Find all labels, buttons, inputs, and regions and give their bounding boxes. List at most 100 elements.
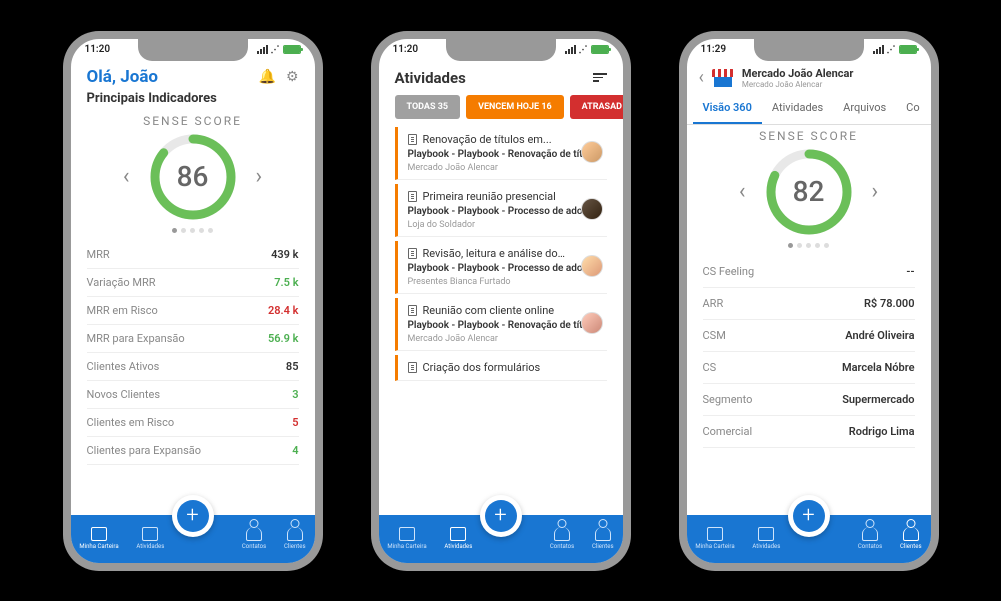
nav-label: Clientes — [284, 543, 306, 550]
avatar — [581, 141, 603, 163]
field-value: André Oliveira — [845, 329, 914, 342]
metric-label: MRR para Expansão — [87, 332, 185, 345]
bottom-nav: Minha Carteira Atividades Contatos Clientes… — [687, 515, 931, 563]
nav-icon — [287, 527, 303, 541]
fab-button[interactable]: + — [788, 495, 830, 537]
score-ring: 86 — [148, 132, 238, 222]
wifi-icon: ⋰ — [271, 45, 280, 55]
nav-item[interactable]: Contatos — [242, 527, 266, 550]
metric-row[interactable]: Clientes Ativos85 — [87, 353, 299, 381]
filter-chip[interactable]: TODAS 35 — [395, 95, 461, 119]
metric-label: Clientes em Risco — [87, 416, 175, 429]
chevron-left-icon[interactable]: ‹ — [115, 156, 138, 197]
metric-row[interactable]: MRR para Expansão 56.9 k — [87, 325, 299, 353]
avatar — [581, 255, 603, 277]
metric-value: 3 — [292, 388, 298, 401]
metric-label: MRR em Risco — [87, 304, 158, 317]
field-row: ComercialRodrigo Lima — [703, 416, 915, 448]
field-label: ARR — [703, 297, 724, 310]
metric-row[interactable]: MRR439 k — [87, 241, 299, 269]
battery-icon — [591, 45, 609, 54]
metric-row[interactable]: Variação MRR7.5 k — [87, 269, 299, 297]
nav-item[interactable]: Atividades — [444, 527, 472, 550]
nav-item[interactable]: Clientes — [592, 527, 614, 550]
nav-item[interactable]: Minha Carteira — [695, 527, 734, 550]
nav-label: Contatos — [858, 543, 882, 550]
nav-item[interactable]: Minha Carteira — [387, 527, 426, 550]
activity-item[interactable]: Criação dos formulários — [395, 355, 607, 381]
document-icon — [408, 134, 417, 145]
tab[interactable]: Atividades — [762, 93, 833, 124]
back-chevron-icon[interactable]: ‹ — [699, 67, 704, 88]
metrics-list: MRR439 kVariação MRR7.5 kMRR em Risco28.… — [71, 241, 315, 515]
nav-icon — [91, 527, 107, 541]
nav-label: Contatos — [242, 543, 266, 550]
metric-row[interactable]: MRR em Risco28.4 k — [87, 297, 299, 325]
bell-icon[interactable]: 🔔 — [259, 69, 276, 85]
activity-item[interactable]: Primeira reunião presencialPlaybook - Pl… — [395, 184, 607, 237]
nav-icon — [758, 527, 774, 541]
activity-subtitle: Playbook - Playbook - Processo de adoção — [408, 262, 607, 275]
score-ring: 82 — [764, 147, 854, 237]
score-block: SENSE SCORE ‹ 82 › — [687, 125, 931, 250]
nav-item[interactable]: Atividades — [752, 527, 780, 550]
chevron-right-icon[interactable]: › — [248, 156, 271, 197]
tab[interactable]: Arquivos — [833, 93, 896, 124]
field-row: CS Feeling-- — [703, 256, 915, 288]
filter-icon[interactable] — [593, 73, 607, 82]
nav-item[interactable]: Atividades — [136, 527, 164, 550]
filter-chip[interactable]: ATRASAD — [570, 95, 623, 119]
screen1-content: Olá, João 🔔 ⚙ Principais Indicadores SEN… — [71, 61, 315, 515]
nav-icon — [903, 527, 919, 541]
metric-row[interactable]: Novos Clientes 3 — [87, 381, 299, 409]
field-row: ARR R$ 78.000 — [703, 288, 915, 320]
metric-row[interactable]: Clientes para Expansão4 — [87, 437, 299, 465]
activity-item[interactable]: Reunião com cliente onlinePlaybook - Pla… — [395, 298, 607, 351]
activity-client: Loja do Soldador — [408, 220, 607, 230]
phone-screen-3: 11:29 ⋰ ‹ Mercado João Alencar Mercado J… — [687, 39, 931, 563]
activity-client: Mercado João Alencar — [408, 334, 607, 344]
tab[interactable]: Visão 360 — [693, 93, 762, 124]
activity-list[interactable]: Renovação de títulos em...Playbook - Pla… — [379, 127, 623, 515]
document-icon — [408, 248, 417, 259]
nav-item[interactable]: Clientes — [284, 527, 306, 550]
status-time: 11:20 — [85, 44, 111, 55]
bottom-nav: Minha Carteira Atividades Contatos Clientes… — [71, 515, 315, 563]
score-value: 86 — [148, 132, 238, 222]
pager-dots[interactable] — [687, 243, 931, 248]
chevron-right-icon[interactable]: › — [864, 171, 887, 212]
activity-title: Reunião com cliente online — [423, 304, 555, 317]
metric-label: Novos Clientes — [87, 388, 161, 401]
activity-item[interactable]: Revisão, leitura e análise do…Playbook -… — [395, 241, 607, 294]
metric-row[interactable]: Clientes em Risco5 — [87, 409, 299, 437]
field-row: CSMAndré Oliveira — [703, 320, 915, 352]
nav-item[interactable]: Contatos — [858, 527, 882, 550]
activity-client: Presentes Bianca Furtado — [408, 277, 607, 287]
notch — [754, 39, 864, 61]
nav-label: Minha Carteira — [79, 543, 118, 550]
plus-icon: + — [793, 500, 825, 532]
metric-value: 7.5 k — [274, 276, 298, 289]
filter-chip[interactable]: VENCEM HOJE 16 — [466, 95, 564, 119]
score-block: SENSE SCORE ‹ 86 › — [71, 110, 315, 235]
fab-button[interactable]: + — [480, 495, 522, 537]
fab-button[interactable]: + — [172, 495, 214, 537]
activity-item[interactable]: Renovação de títulos em...Playbook - Pla… — [395, 127, 607, 180]
nav-label: Clientes — [900, 543, 922, 550]
metric-value: 56.9 k — [268, 332, 299, 345]
chevron-left-icon[interactable]: ‹ — [731, 171, 754, 212]
nav-item[interactable]: Contatos — [550, 527, 574, 550]
page-title: Atividades — [395, 69, 466, 87]
nav-item[interactable]: Minha Carteira — [79, 527, 118, 550]
store-icon — [712, 69, 734, 87]
tab[interactable]: Co — [896, 93, 929, 124]
greeting-text: Olá, João — [87, 67, 159, 87]
field-value: Marcela Nóbre — [842, 361, 915, 374]
nav-item[interactable]: Clientes — [900, 527, 922, 550]
metric-label: Clientes Ativos — [87, 360, 160, 373]
field-label: Comercial — [703, 425, 753, 438]
gear-icon[interactable]: ⚙ — [286, 69, 299, 85]
nav-icon — [862, 527, 878, 541]
field-value: R$ 78.000 — [864, 297, 915, 310]
pager-dots[interactable] — [71, 228, 315, 233]
